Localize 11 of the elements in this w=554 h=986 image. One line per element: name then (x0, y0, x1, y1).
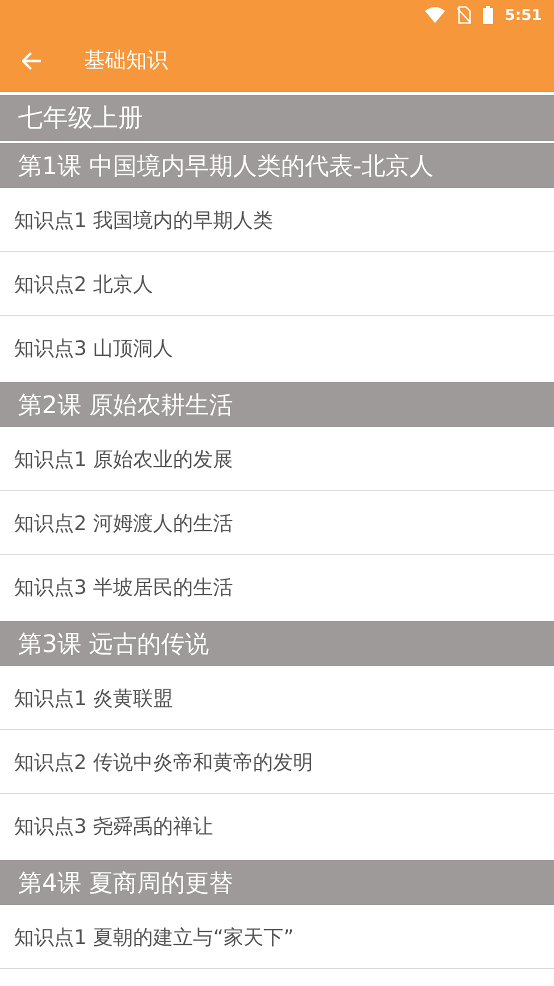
page-title: 基础知识 (84, 47, 168, 74)
grade-header: 七年级上册 (0, 95, 554, 141)
lesson-header: 第2课 原始农耕生活 (0, 382, 554, 427)
back-arrow-icon (22, 52, 42, 70)
status-time: 5:51 (504, 4, 542, 26)
no-sim-icon (456, 6, 471, 24)
battery-icon (482, 6, 493, 24)
lesson-header: 第4课 夏商周的更替 (0, 860, 554, 905)
lesson-header: 第3课 远古的传说 (0, 621, 554, 666)
wifi-icon (424, 7, 445, 23)
lesson-header: 第1课 中国境内早期人类的代表-北京人 (0, 143, 554, 188)
